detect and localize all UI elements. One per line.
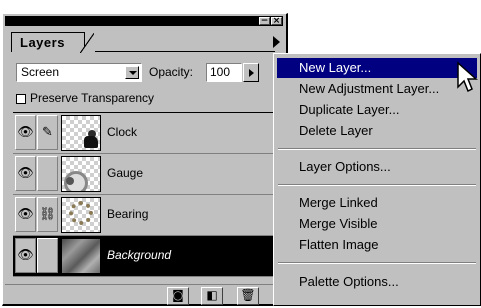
menu-item-flatten-image[interactable]: Flatten Image [277,235,477,255]
layer-name: Gauge [107,166,144,180]
tab-divider [95,51,275,52]
visibility-toggle[interactable]: 👁 [15,197,36,232]
layer-name: Bearing [107,207,149,221]
blend-mode-value: Screen [21,65,60,79]
menu-item-merge-visible[interactable]: Merge Visible [277,214,477,234]
palette-footer: ◙ ◧ 🗑 [5,284,283,305]
visibility-toggle[interactable]: 👁 [15,238,36,273]
tab-row: Layers [5,28,283,54]
new-layer-button[interactable]: ◧ [201,287,223,305]
layer-row-clock[interactable]: 👁 ✎ Clock [13,113,279,154]
palette-menu-arrow-icon[interactable] [273,36,280,48]
opacity-input[interactable]: 100 [206,63,242,82]
opacity-label: Opacity: [149,65,194,79]
layer-name: Clock [107,125,138,139]
link-toggle[interactable] [37,156,58,191]
palette-flyout-menu: New Layer... New Adjustment Layer... Dup… [273,53,481,306]
palette-titlebar[interactable]: − × [5,16,283,26]
menu-separator [278,148,476,150]
menu-item-delete-layer[interactable]: Delete Layer [277,121,477,141]
visibility-toggle[interactable]: 👁 [15,156,36,191]
chevron-down-icon[interactable] [125,66,139,79]
menu-item-new-layer[interactable]: New Layer... [277,58,477,78]
menu-separator [278,262,476,264]
eye-icon: 👁 [17,166,34,181]
eye-icon: 👁 [17,207,34,222]
menu-item-layer-options[interactable]: Layer Options... [277,157,477,177]
tab-layers-label: Layers [20,35,65,50]
trash-icon: 🗑 [240,288,256,302]
layer-row-gauge[interactable]: 👁 Gauge [13,154,279,195]
menu-item-merge-linked[interactable]: Merge Linked [277,193,477,213]
menu-item-palette-options[interactable]: Palette Options... [277,272,477,292]
delete-layer-button[interactable]: 🗑 [237,287,259,305]
visibility-toggle[interactable]: 👁 [15,115,36,150]
tab-layers[interactable]: Layers [11,32,94,53]
link-icon: ⛓ [39,207,56,222]
minimize-button[interactable]: − [259,17,270,26]
layer-row-background[interactable]: 👁 Background [13,236,279,277]
preserve-transparency-checkbox[interactable] [16,94,26,104]
opacity-slider-button[interactable] [243,63,259,82]
layer-thumbnail [61,156,101,192]
mask-icon: ◙ [172,288,184,302]
layer-thumbnail [61,197,101,233]
link-toggle[interactable]: ✎ [37,115,58,150]
eye-icon: 👁 [17,125,34,140]
layers-palette: − × Layers Screen Opacity: 100 Preserve … [2,13,288,306]
layer-name: Background [107,248,172,262]
opacity-value: 100 [210,65,231,79]
mask-button[interactable]: ◙ [167,287,189,305]
link-toggle[interactable]: ⛓ [37,197,58,232]
link-toggle[interactable] [37,238,58,273]
new-layer-icon: ◧ [206,288,218,302]
preserve-transparency-label: Preserve Transparency [30,91,155,105]
menu-separator [278,184,476,186]
layer-thumbnail [61,115,101,151]
menu-item-duplicate-layer[interactable]: Duplicate Layer... [277,100,477,120]
layer-row-bearing[interactable]: 👁 ⛓ Bearing [13,195,279,236]
layer-list: 👁 ✎ Clock 👁 Gauge 👁 ⛓ Bearing 👁 Backgrou… [13,112,279,283]
layer-thumbnail [61,238,101,274]
blend-mode-select[interactable]: Screen [16,63,142,82]
mouse-cursor-icon [457,61,478,93]
paintbrush-icon: ✎ [42,125,53,140]
close-button[interactable]: × [271,17,282,26]
menu-item-new-adjustment-layer[interactable]: New Adjustment Layer... [277,79,477,99]
eye-icon: 👁 [17,248,34,263]
